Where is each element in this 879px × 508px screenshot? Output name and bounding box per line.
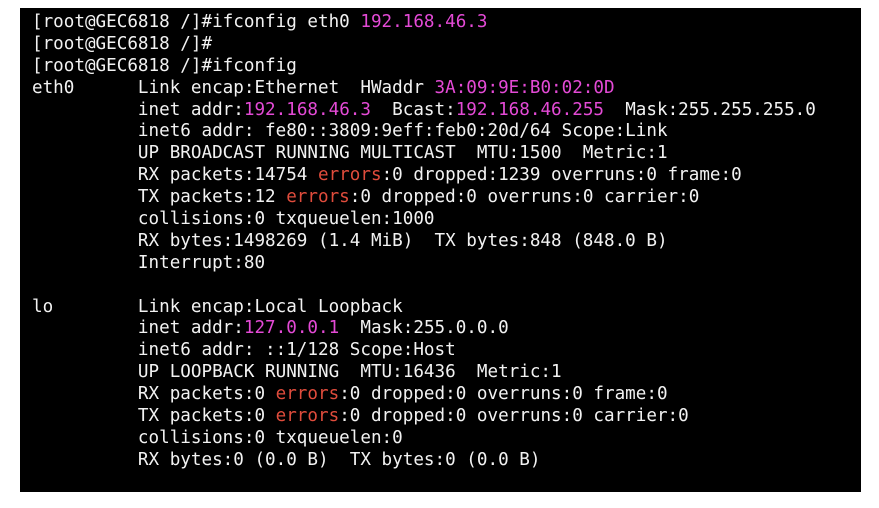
terminal-text: [root@GEC6818 /]#ifconfig eth0	[32, 12, 361, 32]
terminal-text: eth0 Link encap:Ethernet HWaddr	[32, 77, 435, 98]
terminal-text: :0 dropped:0 overruns:0 frame:0	[339, 384, 668, 405]
terminal-line: inet addr:127.0.0.1 Mask:255.0.0.0	[32, 318, 861, 340]
terminal-line: UP LOOPBACK RUNNING MTU:16436 Metric:1	[32, 362, 861, 384]
terminal-line: inet6 addr: fe80::3809:9eff:feb0:20d/64 …	[32, 121, 861, 143]
terminal-text: RX packets:14754	[32, 165, 318, 186]
terminal-text: RX bytes:0 (0.0 B) TX bytes:0 (0.0 B)	[32, 449, 541, 470]
terminal-text: :0 dropped:1239 overruns:0 frame:0	[381, 165, 742, 186]
terminal-text: inet6 addr: ::1/128 Scope:Host	[32, 340, 456, 361]
terminal-line: lo Link encap:Local Loopback	[32, 297, 861, 319]
terminal-text: UP LOOPBACK RUNNING MTU:16436 Metric:1	[32, 362, 562, 383]
terminal-text: :0 dropped:0 overruns:0 carrier:0	[349, 187, 700, 208]
terminal-output: [root@GEC6818 /]#ifconfig eth0 192.168.4…	[32, 12, 861, 472]
terminal-line: [root@GEC6818 /]#ifconfig	[32, 56, 861, 78]
terminal-line: collisions:0 txqueuelen:0	[32, 428, 861, 450]
terminal-text: RX packets:0	[32, 384, 276, 405]
terminal-text: RX bytes:1498269 (1.4 MiB) TX bytes:848 …	[32, 230, 668, 251]
terminal-line: RX bytes:0 (0.0 B) TX bytes:0 (0.0 B)	[32, 450, 861, 472]
error-keyword: errors	[275, 406, 340, 427]
terminal-text: UP BROADCAST RUNNING MULTICAST MTU:1500 …	[32, 143, 668, 164]
terminal-text: collisions:0 txqueuelen:0	[32, 427, 403, 448]
terminal-line: RX packets:0 errors:0 dropped:0 overruns…	[32, 384, 861, 406]
highlighted-address: 3A:09:9E:B0:02:0D	[434, 77, 615, 98]
highlighted-address: 192.168.46.255	[455, 99, 605, 120]
terminal-line: inet6 addr: ::1/128 Scope:Host	[32, 340, 861, 362]
error-keyword: errors	[275, 384, 340, 405]
terminal-text: [root@GEC6818 /]#ifconfig	[32, 55, 297, 76]
terminal-line: TX packets:0 errors:0 dropped:0 overruns…	[32, 406, 861, 428]
terminal-text: TX packets:0	[32, 406, 276, 427]
terminal-window[interactable]: [root@GEC6818 /]#ifconfig eth0 192.168.4…	[20, 8, 861, 492]
terminal-text: Interrupt:80	[32, 252, 266, 273]
terminal-text: inet6 addr: fe80::3809:9eff:feb0:20d/64 …	[32, 121, 668, 142]
terminal-line: RX bytes:1498269 (1.4 MiB) TX bytes:848 …	[32, 231, 861, 253]
terminal-text: TX packets:12	[32, 187, 287, 208]
terminal-line: collisions:0 txqueuelen:1000	[32, 209, 861, 231]
highlighted-address: 127.0.0.1	[243, 318, 340, 339]
terminal-line: [root@GEC6818 /]#	[32, 34, 861, 56]
terminal-line: inet addr:192.168.46.3 Bcast:192.168.46.…	[32, 100, 861, 122]
terminal-line: RX packets:14754 errors:0 dropped:1239 o…	[32, 165, 861, 187]
terminal-text: inet addr:	[32, 318, 244, 339]
error-keyword: errors	[318, 165, 382, 186]
terminal-text: inet addr:	[32, 99, 244, 120]
highlighted-address: 192.168.46.3	[360, 12, 488, 32]
terminal-line: eth0 Link encap:Ethernet HWaddr 3A:09:9E…	[32, 78, 861, 100]
terminal-text: :0 dropped:0 overruns:0 carrier:0	[339, 406, 689, 427]
terminal-text: lo Link encap:Local Loopback	[32, 296, 403, 317]
terminal-text: Bcast:	[370, 99, 456, 120]
terminal-text: Mask:255.255.255.0	[604, 99, 816, 120]
terminal-text: Mask:255.0.0.0	[339, 318, 509, 339]
highlighted-address: 192.168.46.3	[243, 99, 371, 120]
terminal-line: UP BROADCAST RUNNING MULTICAST MTU:1500 …	[32, 143, 861, 165]
terminal-line: [root@GEC6818 /]#ifconfig eth0 192.168.4…	[32, 12, 861, 34]
terminal-text: collisions:0 txqueuelen:1000	[32, 209, 435, 230]
terminal-line: TX packets:12 errors:0 dropped:0 overrun…	[32, 187, 861, 209]
terminal-line: Interrupt:80	[32, 253, 861, 275]
terminal-text: [root@GEC6818 /]#	[32, 33, 213, 54]
error-keyword: errors	[286, 187, 350, 208]
